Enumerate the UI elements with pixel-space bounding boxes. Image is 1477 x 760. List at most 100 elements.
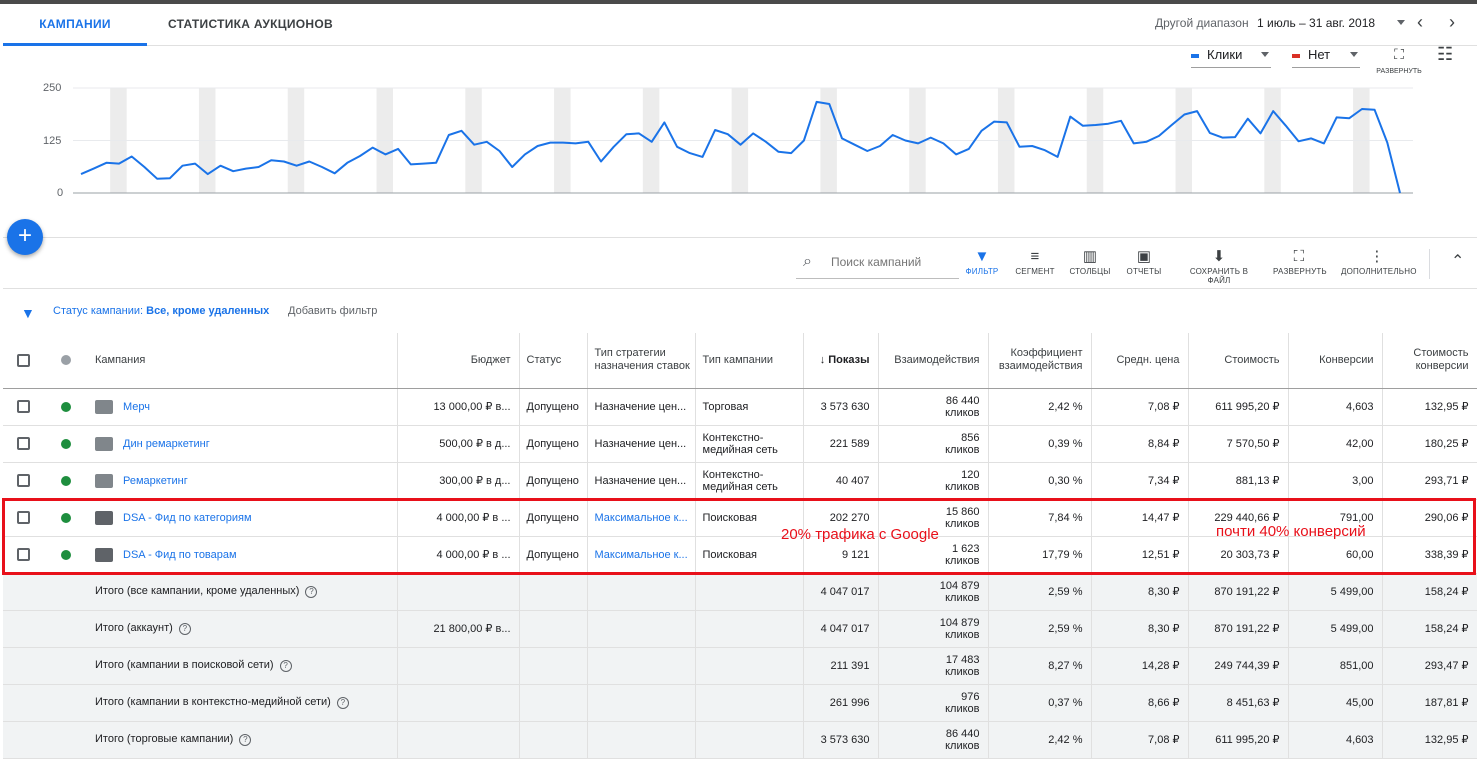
row-status-cell (43, 536, 88, 574)
columns-button[interactable]: ▥ СТОЛБЦЫ (1069, 247, 1111, 276)
help-icon[interactable]: ? (178, 622, 191, 635)
budget-cell[interactable]: 300,00 ₽ в д... (397, 462, 520, 500)
row-checkbox[interactable] (16, 474, 30, 487)
col-cost[interactable]: Стоимость (1188, 333, 1289, 389)
total-interactions-cell: 104 879 кликов (878, 610, 989, 648)
tab-campaigns[interactable]: КАМПАНИИ (3, 4, 147, 46)
segment-icon: ≡ (1030, 248, 1040, 265)
help-icon[interactable]: ? (305, 585, 318, 598)
col-cost-per-conversion[interactable]: Стоимость конверсии (1382, 333, 1477, 389)
total-empty-cell (43, 610, 88, 648)
impressions-cell: 40 407 (803, 462, 879, 500)
interactions-cell: 120 кликов (878, 462, 989, 500)
help-icon[interactable]: ? (336, 696, 349, 709)
total-avg-cell: 8,30 ₽ (1091, 573, 1189, 611)
col-interactions[interactable]: Взаимодействия (878, 333, 989, 389)
active-filter-chip[interactable]: Статус кампании: Все, кроме удаленных (53, 305, 269, 317)
col-campaign[interactable]: Кампания (88, 333, 398, 389)
campaign-row[interactable]: Ремаркетинг 300,00 ₽ в д... Допущено Назнач… (3, 462, 1477, 500)
segment-button[interactable]: ≡ СЕГМЕНТ (1015, 247, 1055, 276)
total-label: Итого (все кампании, кроме удаленных) (95, 585, 300, 598)
interactions-cell: 856 кликов (878, 425, 989, 463)
interactions-unit: кликов (945, 406, 980, 419)
download-label: СОХРАНИТЬ В ФАЙЛ (1189, 267, 1249, 285)
total-empty-cell (3, 610, 43, 648)
impressions-cell: 221 589 (803, 425, 879, 463)
download-button[interactable]: ⬇ СОХРАНИТЬ В ФАЙЛ (1179, 247, 1259, 285)
total-empty-cell (587, 610, 696, 648)
total-label: Итого (кампании в поисковой сети) (95, 659, 274, 672)
interactions-value: 1 623 (951, 542, 980, 555)
search-input[interactable] (831, 255, 956, 269)
campaign-link[interactable]: DSA - Фид по категориям (123, 511, 252, 523)
row-checkbox[interactable] (16, 511, 30, 524)
col-avg-cost[interactable]: Средн. цена (1091, 333, 1189, 389)
add-filter-link[interactable]: Добавить фильтр (288, 305, 377, 317)
collapse-chart-icon[interactable]: ⌃ (1451, 251, 1464, 271)
strategy-cell[interactable]: Назначение цен... (587, 462, 696, 500)
col-status[interactable]: Статус (519, 333, 588, 389)
strategy-cell[interactable]: Максимальное к... (587, 536, 696, 574)
total-interactions-value: 104 879 (939, 616, 980, 629)
avg-cost-cell: 14,47 ₽ (1091, 499, 1189, 537)
annotation-traffic: 20% трафика с Google (781, 526, 939, 543)
total-interactions-unit: кликов (945, 665, 980, 678)
status-enabled-icon (60, 401, 71, 412)
conversions-cell: 4,603 (1288, 388, 1383, 426)
col-type[interactable]: Тип кампании (695, 333, 804, 389)
campaign-row[interactable]: Дин ремаркетинг 500,00 ₽ в д... Допущено На… (3, 425, 1477, 463)
total-conv-cell: 5 499,00 (1288, 610, 1383, 648)
budget-cell[interactable]: 500,00 ₽ в д... (397, 425, 520, 463)
reports-button[interactable]: ▣ ОТЧЕТЫ (1125, 247, 1163, 276)
date-range-dropdown-icon[interactable] (1397, 20, 1405, 25)
total-name-cell: Итого (все кампании, кроме удаленных)? (88, 573, 398, 611)
strategy-cell[interactable]: Назначение цен... (587, 388, 696, 426)
budget-cell[interactable]: 13 000,00 ₽ в... (397, 388, 520, 426)
next-period-icon[interactable]: › (1449, 13, 1455, 31)
total-name-cell: Итого (кампании в контекстно-медийной се… (88, 684, 398, 722)
total-empty-cell (3, 684, 43, 722)
tab-auction-insights[interactable]: СТАТИСТИКА АУКЦИОНОВ (168, 4, 333, 46)
campaign-link[interactable]: Дин ремаркетинг (123, 437, 210, 449)
col-conversions[interactable]: Конверсии (1288, 333, 1383, 389)
row-select-cell (3, 388, 43, 426)
total-cost-cell: 870 191,22 ₽ (1188, 610, 1289, 648)
budget-cell[interactable]: 4 000,00 ₽ в ... (397, 499, 520, 537)
col-impressions[interactable]: ↓ Показы (803, 333, 879, 389)
campaign-name-cell: Мерч (88, 388, 398, 426)
col-interaction-rate[interactable]: Коэффициент взаимодействия (988, 333, 1092, 389)
campaign-link[interactable]: Ремаркетинг (123, 474, 188, 486)
col-budget[interactable]: Бюджет (397, 333, 520, 389)
avg-cost-cell: 7,34 ₽ (1091, 462, 1189, 500)
total-empty-cell (587, 721, 696, 759)
campaign-row[interactable]: DSA - Фид по товарам 4 000,00 ₽ в ... Допу… (3, 536, 1477, 574)
total-empty-cell (695, 647, 804, 685)
strategy-cell[interactable]: Максимальное к... (587, 499, 696, 537)
help-icon[interactable]: ? (279, 659, 292, 672)
col-strategy[interactable]: Тип стратегии назначения ставок (587, 333, 696, 389)
filter-button[interactable]: ▼ ФИЛЬТР (963, 247, 1001, 276)
more-button[interactable]: ⋮ ДОПОЛНИТЕЛЬНО (1341, 247, 1416, 276)
row-checkbox[interactable] (16, 548, 30, 561)
campaign-link[interactable]: DSA - Фид по товарам (123, 548, 237, 560)
status-cell: Допущено (519, 462, 588, 500)
total-empty-cell (43, 647, 88, 685)
total-name-cell: Итого (торговые кампании)? (88, 721, 398, 759)
total-interactions-cell: 976 кликов (878, 684, 989, 722)
rate-cell: 2,42 % (988, 388, 1092, 426)
total-empty-cell (695, 684, 804, 722)
campaign-row[interactable]: Мерч 13 000,00 ₽ в... Допущено Назначение ц… (3, 388, 1477, 426)
total-interactions-cell: 17 483 кликов (878, 647, 989, 685)
date-range-value[interactable]: 1 июль – 31 авг. 2018 (1257, 16, 1375, 30)
row-checkbox[interactable] (16, 437, 30, 450)
row-checkbox[interactable] (16, 400, 30, 413)
prev-period-icon[interactable]: ‹ (1417, 13, 1423, 31)
expand-table-button[interactable]: ⛶ РАЗВЕРНУТЬ (1273, 247, 1327, 276)
select-all-checkbox[interactable] (16, 353, 30, 367)
strategy-cell[interactable]: Назначение цен... (587, 425, 696, 463)
help-icon[interactable]: ? (239, 733, 252, 746)
cost-cell: 881,13 ₽ (1188, 462, 1289, 500)
budget-cell[interactable]: 4 000,00 ₽ в ... (397, 536, 520, 574)
campaign-link[interactable]: Мерч (123, 400, 150, 412)
cost-cell: 20 303,73 ₽ (1188, 536, 1289, 574)
